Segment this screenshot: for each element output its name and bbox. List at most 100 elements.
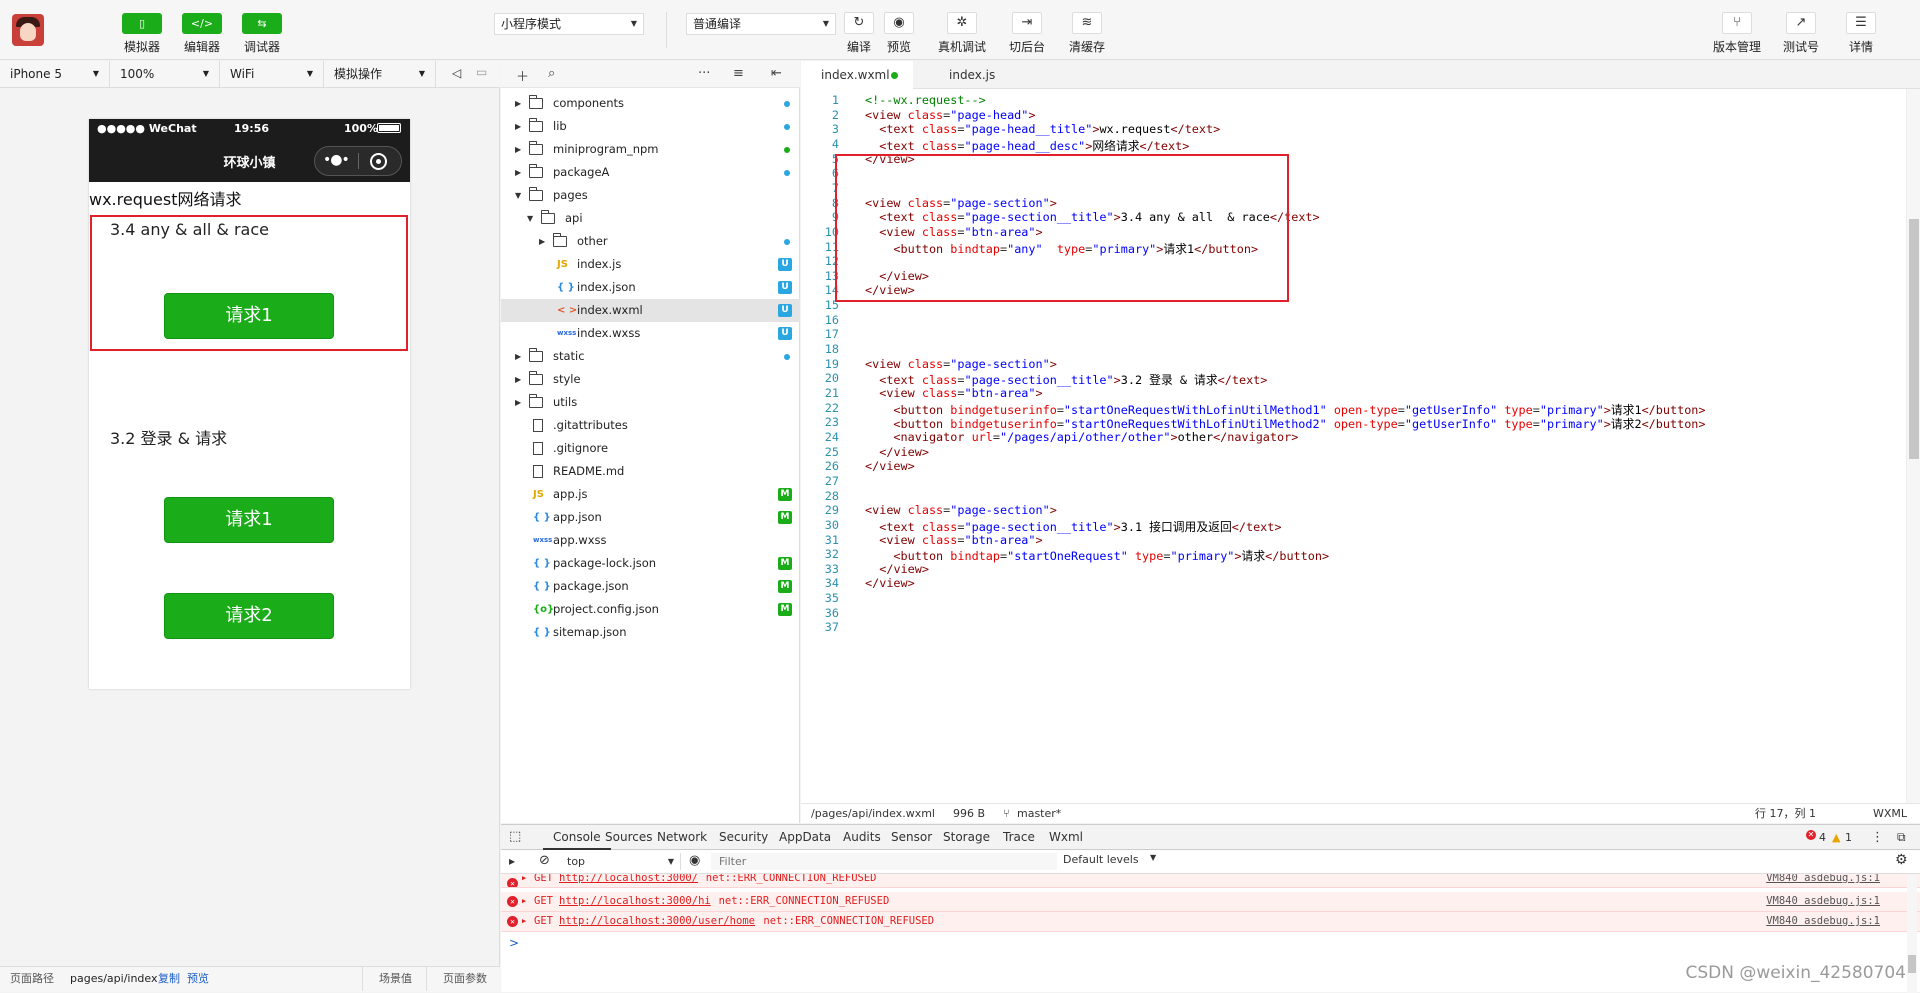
file-tree-item[interactable]: ▶ lib — [501, 115, 800, 138]
file-tree-item[interactable]: ▼ pages — [501, 184, 800, 207]
file-tree-item[interactable]: ▶ miniprogram_npm — [501, 138, 800, 161]
sort-icon[interactable]: ≡ — [733, 66, 744, 81]
devtools-tab-network[interactable]: Network — [657, 825, 707, 850]
file-tree-item[interactable]: ▶ packageA — [501, 161, 800, 184]
file-tree-item[interactable]: JS app.js M — [501, 483, 800, 506]
version-button[interactable]: ⑂ — [1722, 12, 1752, 34]
file-tree-item[interactable]: ▼ api — [501, 207, 800, 230]
remote-debug-button[interactable]: ✲ — [947, 12, 977, 34]
clear-console-icon[interactable]: ⊘ — [539, 853, 550, 868]
file-tree-item[interactable]: ▶ style — [501, 368, 800, 391]
file-tree-item[interactable]: .gitignore — [501, 437, 800, 460]
devtools-tab-audits[interactable]: Audits — [843, 825, 881, 850]
user-avatar[interactable] — [12, 14, 44, 46]
request-url[interactable]: http://localhost:3000/user/home — [559, 912, 755, 931]
undock-icon[interactable]: ⧉ — [1897, 825, 1906, 850]
request-url[interactable]: http://localhost:3000/ — [559, 874, 698, 883]
eye-icon[interactable]: ◉ — [689, 853, 700, 868]
test-account-button[interactable]: ↗ — [1786, 12, 1816, 34]
code-line[interactable]: <view class="btn-area"> — [865, 386, 1042, 400]
editor-scrollbar[interactable] — [1906, 89, 1920, 803]
search-icon[interactable]: ⌕ — [548, 66, 555, 81]
tab-index-js[interactable]: index.js — [929, 61, 1029, 89]
sim-operation-select[interactable]: 模拟操作 ▼ — [324, 61, 436, 87]
devtools-tab-trace[interactable]: Trace — [1003, 825, 1035, 850]
language-mode[interactable]: WXML — [1873, 804, 1907, 823]
chevron-right-icon[interactable]: ▶ — [515, 368, 521, 391]
request-url[interactable]: http://localhost:3000/hi — [559, 892, 711, 911]
chevron-right-icon[interactable]: ▶ — [515, 391, 521, 414]
file-tree-item[interactable]: JS index.js U — [501, 253, 800, 276]
source-link[interactable]: VM840 asdebug.js:1 — [1766, 912, 1880, 931]
file-tree-item[interactable]: { } app.json M — [501, 506, 800, 529]
file-tree-item[interactable]: ▶ other — [501, 230, 800, 253]
volume-icon[interactable]: ◁ — [452, 66, 461, 80]
clear-cache-button[interactable]: ≋ — [1072, 12, 1102, 34]
preview-button[interactable]: ◉ — [884, 12, 914, 34]
request2-button[interactable]: 请求2 — [164, 593, 334, 639]
console-prompt[interactable]: > — [509, 936, 519, 950]
file-tree-item[interactable]: { } index.json U — [501, 276, 800, 299]
file-tree-item[interactable]: ▶ utils — [501, 391, 800, 414]
chevron-right-icon[interactable]: ▶ — [515, 92, 521, 115]
devtools-tab-console[interactable]: Console — [543, 825, 611, 850]
source-link[interactable]: VM840 asdebug.js:1 — [1766, 892, 1880, 911]
code-line[interactable]: <navigator url="/pages/api/other/other">… — [865, 430, 1298, 444]
compile-button[interactable]: ↻ — [844, 12, 874, 34]
code-line[interactable]: </view> — [865, 459, 915, 473]
background-button[interactable]: ⇥ — [1012, 12, 1042, 34]
request1-button[interactable]: 请求1 — [164, 497, 334, 543]
page-params-button[interactable]: 页面参数 — [426, 967, 487, 991]
file-tree-item[interactable]: { } package-lock.json M — [501, 552, 800, 575]
code-line[interactable]: <button bindtap="startOneRequest" type="… — [865, 547, 1329, 564]
chevron-right-icon[interactable]: ▶ — [539, 230, 545, 253]
file-tree-item[interactable]: {o} project.config.json M — [501, 598, 800, 621]
details-button[interactable]: ☰ — [1846, 12, 1876, 34]
chevron-down-icon[interactable]: ▼ — [527, 207, 533, 230]
source-link[interactable]: VM840 asdebug.js:1 — [1766, 874, 1880, 883]
expand-icon[interactable]: ▶ — [522, 892, 526, 911]
code-line[interactable]: <view class="page-head"> — [865, 108, 1036, 122]
devtools-tab-sensor[interactable]: Sensor — [891, 825, 932, 850]
console-error-row[interactable]: ✕ ▶ GET http://localhost:3000/hi net::ERR_CO… — [501, 892, 1920, 912]
copy-link[interactable]: 复制 — [158, 967, 180, 991]
editor-toggle-button[interactable]: </> — [182, 13, 222, 34]
debugger-toggle-button[interactable]: ⇆ — [242, 13, 282, 34]
devtools-tab-appdata[interactable]: AppData — [779, 825, 831, 850]
file-tree-item[interactable]: < > index.wxml U — [501, 299, 800, 322]
log-levels-select[interactable]: Default levels — [1063, 853, 1139, 866]
gear-icon[interactable]: ⚙ — [1895, 852, 1908, 868]
file-tree-item[interactable]: .gitattributes — [501, 414, 800, 437]
code-line[interactable]: </view> — [865, 445, 929, 459]
code-line[interactable]: </view> — [865, 576, 915, 590]
file-tree-item[interactable]: { } package.json M — [501, 575, 800, 598]
code-line[interactable]: <text class="page-head__title">wx.reques… — [865, 122, 1220, 136]
code-line[interactable]: </view> — [865, 562, 929, 576]
code-line[interactable]: <view class="page-section"> — [865, 357, 1057, 371]
chevron-right-icon[interactable]: ▶ — [515, 161, 521, 184]
scene-button[interactable]: 场景值 — [362, 967, 412, 991]
context-select[interactable]: top ▼ — [561, 853, 681, 870]
file-tree-item[interactable]: { } sitemap.json — [501, 621, 800, 644]
code-line[interactable]: <!--wx.request--> — [865, 93, 986, 107]
file-tree-item[interactable]: README.md — [501, 460, 800, 483]
devtools-tab-security[interactable]: Security — [719, 825, 768, 850]
file-tree-item[interactable]: ▶ static — [501, 345, 800, 368]
close-circle-icon[interactable] — [370, 153, 387, 170]
tab-index-wxml[interactable]: index.wxml — [801, 61, 913, 89]
kebab-menu-icon[interactable]: ⋮ — [1871, 825, 1884, 850]
device-select[interactable]: iPhone 5 ▼ — [0, 61, 110, 87]
file-tree-item[interactable]: wxss index.wxss U — [501, 322, 800, 345]
console-scrollbar[interactable] — [1907, 875, 1917, 993]
cursor-position[interactable]: 行 17，列 1 — [1755, 804, 1816, 823]
network-select[interactable]: WiFi ▼ — [220, 61, 324, 87]
file-tree-item[interactable]: wxss app.wxss — [501, 529, 800, 552]
console-filter-input[interactable] — [711, 853, 1057, 870]
preview-link[interactable]: 预览 — [187, 967, 209, 991]
compile-mode-select[interactable]: 普通编译 ▼ — [686, 13, 836, 35]
add-icon[interactable]: ＋ — [516, 66, 529, 85]
file-tree-item[interactable]: ▶ components — [501, 92, 800, 115]
code-line[interactable]: <view class="page-section"> — [865, 503, 1057, 517]
devtools-tab-wxml[interactable]: Wxml — [1049, 825, 1083, 850]
screen-icon[interactable]: ▭ — [476, 65, 487, 79]
